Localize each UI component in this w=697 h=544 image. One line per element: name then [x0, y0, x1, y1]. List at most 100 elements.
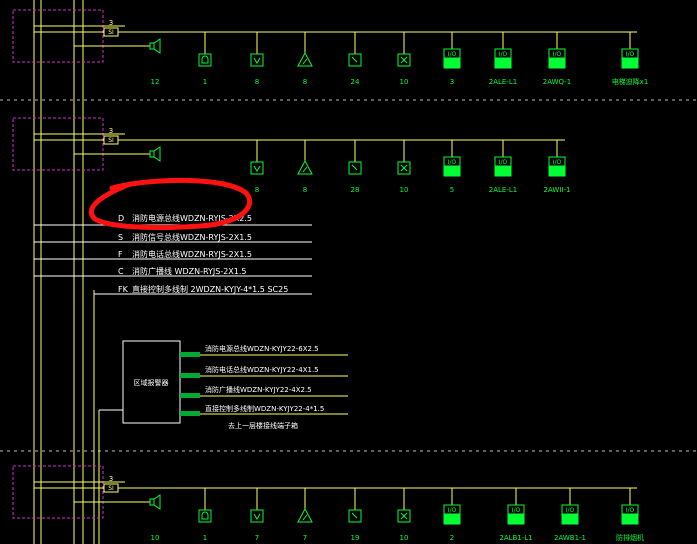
terminal-icon — [180, 373, 200, 378]
heat-detector-icon — [297, 159, 313, 175]
floor-block: SI 3 8 8 28 10 I/O 5 I/O 2ALE-L1 I/O 2AWII-1 — [12, 117, 570, 194]
io-module-label: I/O — [499, 51, 508, 58]
speaker-icon — [149, 150, 155, 158]
bus-line-code: S — [118, 233, 123, 242]
io-module-icon — [548, 166, 566, 177]
phone-icon — [201, 55, 209, 64]
device-count-label: 3 — [450, 78, 454, 86]
io-module-icon — [443, 58, 461, 69]
module-number: 3 — [109, 127, 113, 135]
device-count-label: 防排烟机 — [616, 533, 644, 542]
device-count-label: 2ALB1-L1 — [499, 534, 532, 542]
io-module-label: I/O — [448, 507, 457, 514]
io-module-icon — [494, 58, 512, 69]
io-module-icon — [621, 514, 639, 525]
io-module-label: I/O — [448, 159, 457, 166]
device-count-label: 8 — [255, 186, 259, 194]
device-count-label: 28 — [351, 186, 360, 194]
bus-line-label: 消防广播线 WDZN-RYJS-2X1.5 — [132, 266, 247, 276]
terminal-icon — [180, 393, 200, 398]
bus-line-code: FK — [118, 285, 129, 294]
floor-frame — [12, 9, 104, 63]
device-count-label: 2AWQ-1 — [543, 78, 571, 86]
panel-line-label: 消防电源总线WDZN-KYJY22-6X2.5 — [205, 344, 319, 353]
io-module-label: I/O — [512, 507, 521, 514]
smoke-detector-icon — [250, 53, 264, 67]
bus-line-label: 消防电话总线WDZN-RYJS-2X1.5 — [132, 249, 252, 259]
io-module-label: I/O — [553, 51, 562, 58]
io-module-icon — [494, 166, 512, 177]
heat-detector-icon — [302, 514, 308, 521]
floor-block: SI310 1 7 7 19 10I/O2I/O2ALB1-L1I/O2AWB1-1I/O… — [12, 465, 644, 542]
device-count-label: 12 — [151, 78, 160, 86]
si-module-label: SI — [108, 137, 114, 144]
device-count-label: 24 — [351, 78, 360, 86]
device-count-label: 5 — [450, 186, 454, 194]
smoke-detector-icon — [253, 57, 261, 64]
manual-call-point-icon — [351, 56, 358, 63]
si-module-label: SI — [108, 29, 114, 36]
smoke-detector-icon — [250, 509, 264, 523]
bus-line-code: F — [118, 250, 123, 259]
phone-icon — [201, 511, 209, 520]
heat-detector-icon — [302, 58, 308, 65]
device-count-label: 19 — [351, 534, 360, 542]
bus-line-code: C — [118, 267, 124, 276]
area-alarm-panel: 区域报警器 消防电源总线WDZN-KYJY22-6X2.5 消防电话总线WDZN… — [99, 340, 348, 430]
heat-detector-icon — [302, 166, 308, 173]
device-count-label: 1 — [203, 534, 207, 542]
bus-line-label: 直接控制多线制 2WDZN-KYJY-4*1.5 SC25 — [132, 284, 288, 294]
hydrant-button-icon — [400, 164, 408, 172]
speaker-icon — [153, 38, 161, 54]
io-module-icon — [507, 514, 525, 525]
io-module-icon — [621, 58, 639, 69]
smoke-detector-icon — [253, 165, 261, 172]
panel-line-label: 消防电话总线WDZN-KYJY22-4X1.5 — [205, 365, 319, 374]
hydrant-button-icon — [400, 56, 408, 64]
device-count-label: 8 — [303, 78, 307, 86]
manual-call-point-icon — [351, 164, 358, 171]
device-count-label: 7 — [303, 534, 307, 542]
bus-line-label: 消防信号总线WDZN-RYJS-2X1.5 — [132, 232, 252, 242]
device-count-label: 10 — [151, 534, 160, 542]
device-count-label: 2ALE-L1 — [489, 186, 517, 194]
io-module-icon — [561, 514, 579, 525]
speaker-icon — [153, 146, 161, 162]
io-module-label: I/O — [626, 507, 635, 514]
io-module-icon — [548, 58, 566, 69]
device-count-label: 2AWB1-1 — [554, 534, 586, 542]
module-number: 3 — [109, 475, 113, 483]
floor-frame — [12, 117, 104, 171]
smoke-detector-icon — [253, 513, 261, 520]
device-count-label: 8 — [255, 78, 259, 86]
device-count-label: 7 — [255, 534, 259, 542]
terminal-icon — [180, 352, 200, 357]
device-count-label: 电梯迫降x1 — [612, 77, 649, 86]
io-module-label: I/O — [566, 507, 575, 514]
terminal-icon — [180, 411, 200, 416]
manual-call-point-icon — [351, 512, 358, 519]
heat-detector-icon — [297, 507, 313, 523]
panel-line-label: 消防广播线WDZN-KYJY22-4X2.5 — [205, 385, 312, 394]
bus-line-code: D — [118, 214, 124, 223]
panel-note: 去上一层楼接线端子箱 — [228, 421, 298, 430]
device-count-label: 10 — [400, 534, 409, 542]
smoke-detector-icon — [250, 161, 264, 175]
panel-title: 区域报警器 — [134, 378, 169, 387]
speaker-icon — [149, 498, 155, 506]
floor-frame — [12, 465, 104, 519]
device-count-label: 10 — [400, 78, 409, 86]
device-count-label: 1 — [203, 78, 207, 86]
io-module-label: I/O — [626, 51, 635, 58]
device-count-label: 8 — [303, 186, 307, 194]
io-module-label: I/O — [499, 159, 508, 166]
heat-detector-icon — [297, 51, 313, 67]
io-module-label: I/O — [553, 159, 562, 166]
io-module-icon — [443, 514, 461, 525]
hydrant-button-icon — [400, 512, 408, 520]
fire-alarm-system-diagram: SI 3 12 1 8 8 24 10 I/O 3 I/O 2ALE-L1 I/O 2AWQ-1 I/O 电梯… — [0, 0, 697, 544]
io-module-label: I/O — [448, 51, 457, 58]
device-count-label: 2ALE-L1 — [489, 78, 517, 86]
si-module-label: SI — [108, 485, 114, 492]
speaker-icon — [153, 494, 161, 510]
